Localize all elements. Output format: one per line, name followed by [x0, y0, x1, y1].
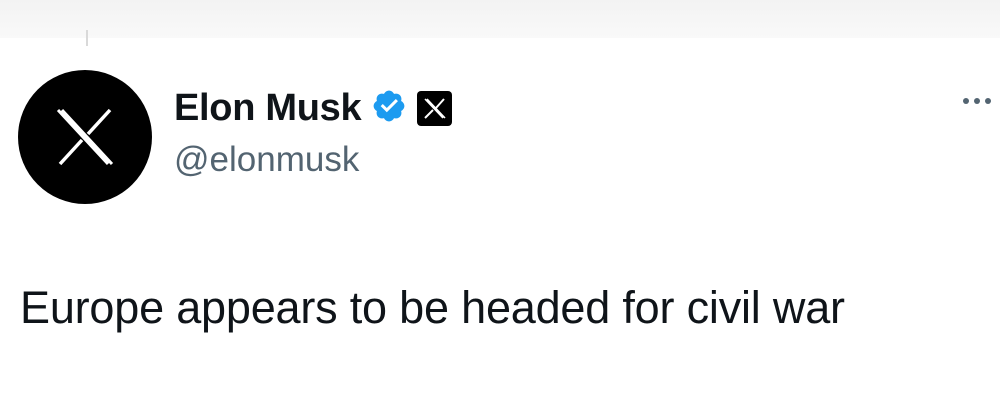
avatar[interactable] [18, 70, 152, 204]
more-dot [985, 98, 991, 104]
more-dot [974, 98, 980, 104]
more-dot [963, 98, 969, 104]
verified-badge-icon [371, 88, 407, 129]
x-logo-icon [56, 108, 114, 166]
top-bar [0, 0, 1000, 46]
divider [86, 30, 88, 46]
more-options-icon[interactable] [963, 98, 991, 104]
author-name-row: Elon Musk [174, 82, 453, 134]
display-name[interactable]: Elon Musk [174, 87, 362, 130]
author-handle[interactable]: @elonmusk [174, 140, 359, 180]
x-affiliate-badge-icon [417, 90, 453, 126]
tweet-text: Europe appears to be headed for civil wa… [20, 282, 845, 333]
